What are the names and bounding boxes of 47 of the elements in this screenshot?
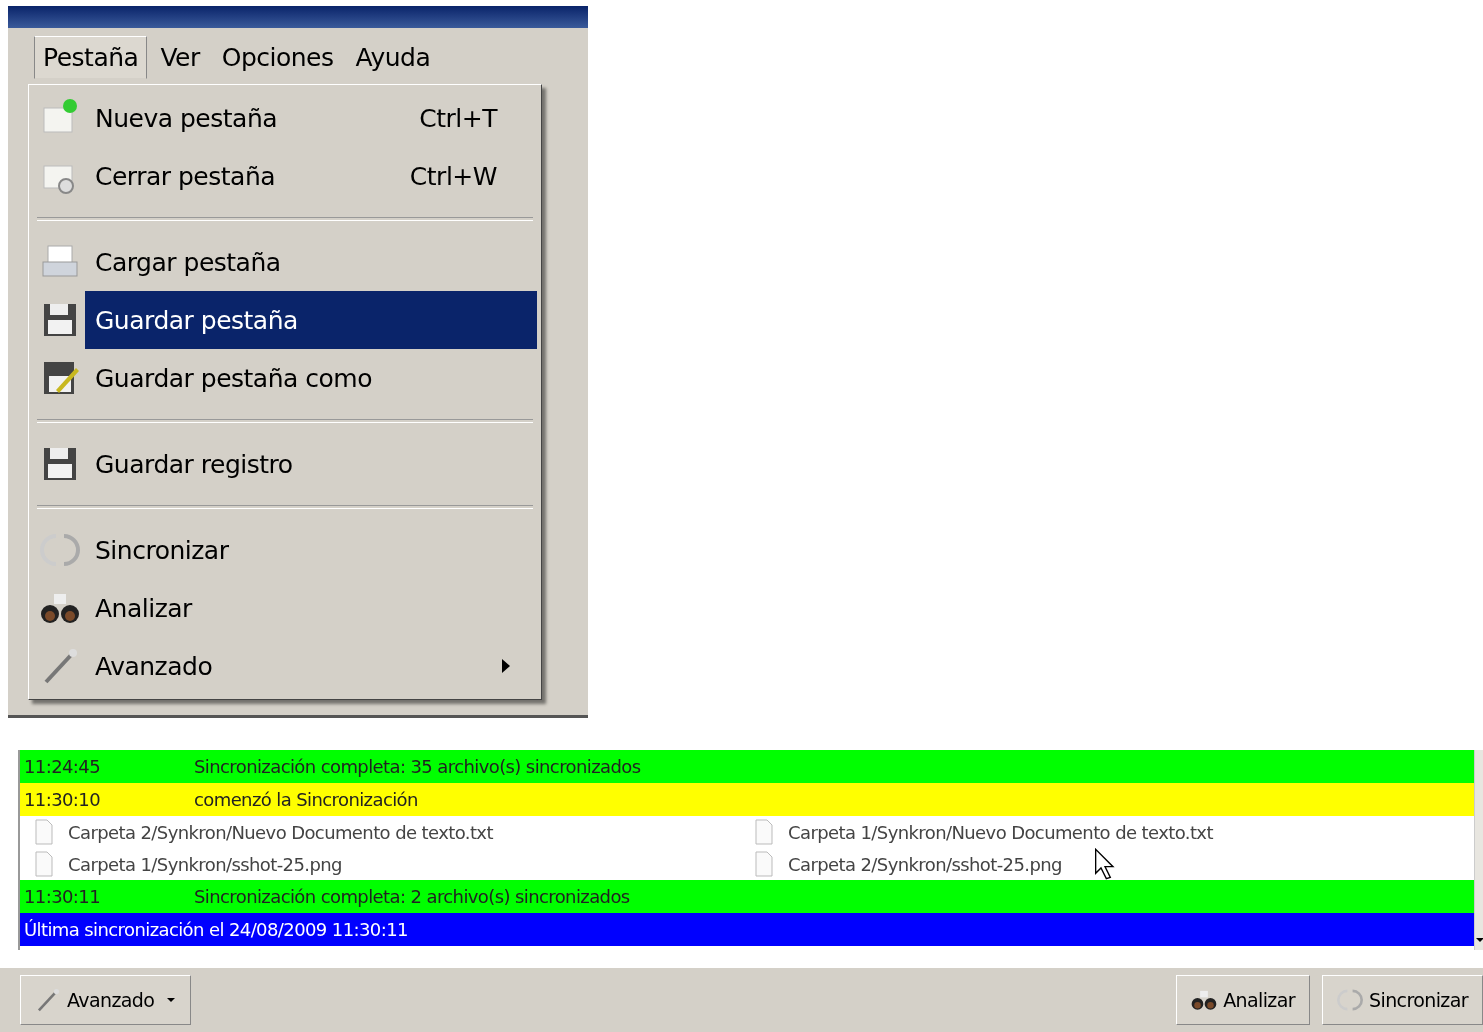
menu-item[interactable]: Nueva pestaña Ctrl+T — [85, 89, 537, 147]
menu-item[interactable]: Guardar registro — [85, 435, 537, 493]
menu-item-label: Guardar pestaña — [95, 305, 298, 335]
log-message: comenzó la Sincronización — [194, 789, 418, 810]
menu-bar-item[interactable]: Ver — [151, 35, 209, 79]
log-time: 11:30:11 — [24, 886, 102, 907]
shortcut-label: Ctrl+T — [419, 103, 499, 133]
file-path: Carpeta 1/Synkron/Nuevo Documento de texto.txt — [788, 821, 1213, 843]
file-icon — [34, 819, 54, 845]
menu-item-label: Guardar pestaña como — [95, 363, 372, 393]
menu-item[interactable]: Cargar pestaña — [85, 233, 537, 291]
file-icon — [754, 819, 774, 845]
scrollbar[interactable] — [1474, 750, 1483, 950]
menu-item[interactable]: Analizar — [85, 579, 537, 637]
file-path: Carpeta 2/Synkron/Nuevo Documento de texto.txt — [68, 821, 493, 843]
menu-item-label: Sincronizar — [95, 535, 229, 565]
menu-item-label: Analizar — [95, 593, 192, 623]
file-icon — [754, 851, 774, 877]
menu-bar-item[interactable]: Opciones — [212, 35, 343, 79]
menu-item-label: Nueva pestaña — [95, 103, 278, 133]
log-time: 11:30:10 — [24, 789, 102, 810]
shortcut-label: Ctrl+W — [409, 161, 498, 191]
menu-item[interactable]: Avanzado — [85, 637, 537, 695]
advanced-button[interactable]: Avanzado — [20, 975, 192, 1025]
scroll-down-arrow-icon[interactable] — [1475, 936, 1483, 944]
menu-item-label: Cerrar pestaña — [95, 161, 276, 191]
mouse-cursor-icon — [1093, 848, 1116, 880]
menu-bar-item[interactable]: Ayuda — [346, 35, 440, 79]
file-path: Carpeta 2/Synkron/sshot-25.png — [788, 853, 1062, 875]
menu-item[interactable]: Guardar pestaña — [85, 291, 537, 349]
menu-item[interactable]: Sincronizar — [85, 521, 537, 579]
wand-icon — [35, 987, 61, 1013]
log-message: Sincronización completa: 35 archivo(s) sincronizados — [194, 756, 641, 777]
menu-item[interactable]: Cerrar pestaña Ctrl+W — [85, 147, 537, 205]
menu-item-label: Avanzado — [95, 651, 213, 681]
log-message: Sincronización completa: 2 archivo(s) sincronizados — [194, 886, 630, 907]
menu-item[interactable]: Guardar pestaña como — [85, 349, 537, 407]
sync-icon — [1337, 987, 1363, 1013]
toolbar-button[interactable]: Sincronizar — [1322, 975, 1483, 1025]
log-time: 11:24:45 — [24, 756, 102, 777]
menu-item-label: Cargar pestaña — [95, 247, 281, 277]
menu-item-label: Guardar registro — [95, 449, 293, 479]
toolbar-button[interactable]: Analizar — [1176, 975, 1310, 1025]
log-message: Última sincronización el 24/08/2009 11:30:11 — [24, 919, 408, 940]
menu-bar-item[interactable]: Pestaña — [34, 35, 148, 79]
file-icon — [34, 851, 54, 877]
file-path: Carpeta 1/Synkron/sshot-25.png — [68, 853, 342, 875]
